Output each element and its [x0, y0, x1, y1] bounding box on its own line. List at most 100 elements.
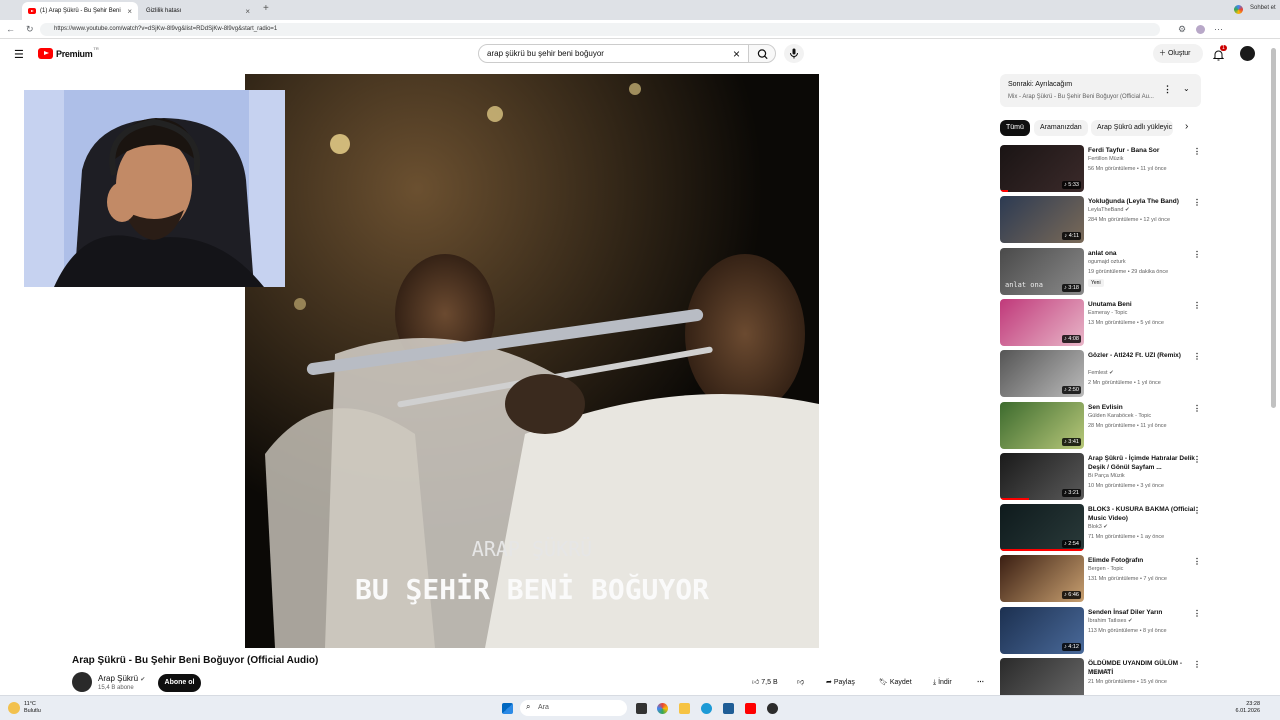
app-icon[interactable] — [767, 703, 778, 714]
recommendation-channel[interactable]: Blok3 ✔ — [1088, 524, 1108, 530]
store-icon[interactable] — [723, 703, 734, 714]
recommendation-title[interactable]: Sen Evlisin — [1088, 403, 1198, 412]
hamburger-menu-icon[interactable]: ☰ — [14, 48, 24, 61]
more-options-icon[interactable]: ⋮ — [1193, 660, 1201, 669]
taskbar-search[interactable]: Ara — [520, 700, 627, 716]
recommendation-item[interactable]: ♪ 6:46 Elimde Fotoğrafın Bergen - Topic 131… — [1000, 555, 1205, 603]
dislike-button[interactable]: 👎︎ — [797, 674, 804, 692]
recommendation-channel[interactable]: Esmeray - Topic — [1088, 310, 1127, 316]
recommendation-title[interactable]: Ferdi Tayfur - Bana Sor — [1088, 146, 1198, 155]
channel-avatar[interactable] — [72, 672, 92, 692]
video-thumbnail[interactable]: ♪ 6:46 — [1000, 555, 1084, 602]
more-options-icon[interactable]: ⋮ — [1193, 147, 1201, 156]
address-bar[interactable]: https://www.youtube.com/watch?v=dSjKw-8l… — [40, 23, 1160, 36]
notifications-button[interactable]: 1 — [1212, 45, 1227, 66]
tab-close-icon[interactable]: × — [127, 7, 132, 16]
recommendation-channel[interactable]: Fertillon Müzik — [1088, 156, 1123, 162]
more-options-icon[interactable]: ⋮ — [1193, 301, 1201, 310]
create-button[interactable]: ＋ Oluştur — [1153, 44, 1203, 63]
refresh-icon[interactable]: ↻ — [26, 24, 34, 35]
recommendation-item[interactable]: ♪ 3:41 Sen Evlisin Gülden Karaböcek - Topi… — [1000, 402, 1205, 450]
recommendation-item[interactable]: ♪ 3:21 Arap Şükrü - İçimde Hatıralar Deli… — [1000, 453, 1205, 501]
system-clock[interactable]: 23:28 6.01.2026 — [1228, 701, 1260, 715]
account-avatar[interactable] — [1240, 46, 1255, 61]
more-options-icon[interactable]: ⋮ — [1193, 455, 1201, 464]
recommendation-item[interactable]: anlat ona ♪ 3:18 anlat ona ogumajd ozturk 19… — [1000, 248, 1205, 296]
recommendation-title[interactable]: Unutama Beni — [1088, 300, 1198, 309]
like-button[interactable]: 👍︎ 7,5 B — [752, 674, 778, 692]
recommendation-channel[interactable]: Femlest ✔ — [1088, 370, 1114, 376]
subscribe-button[interactable]: Abone ol — [158, 674, 201, 692]
video-thumbnail[interactable]: ♪ 3:21 — [1000, 453, 1084, 500]
youtube-app-icon[interactable] — [745, 703, 756, 714]
video-thumbnail[interactable]: anlat ona ♪ 3:18 — [1000, 248, 1084, 295]
weather-widget[interactable]: 11°C Bulutlu — [24, 701, 41, 715]
video-thumbnail[interactable]: ♪ 4:11 — [1000, 196, 1084, 243]
recommendation-channel[interactable]: İbrahim Tatlıses ✔ — [1088, 618, 1133, 624]
save-button[interactable]: 🔖︎ Kaydet — [879, 674, 912, 692]
video-thumbnail[interactable]: ♪ 2:54 — [1000, 504, 1084, 551]
windows-start-icon[interactable] — [502, 703, 513, 714]
search-button[interactable] — [748, 44, 776, 63]
recommendation-item[interactable]: ♪ 4:12 Senden İnsaf Diler Yarın İbrahim Ta… — [1000, 607, 1205, 655]
youtube-premium-logo[interactable]: Premium TR — [38, 46, 99, 59]
chip-uploader[interactable]: Arap Şükrü adlı yükleyic — [1091, 120, 1173, 136]
more-options-icon[interactable]: ⋮ — [1193, 404, 1201, 413]
video-thumbnail[interactable]: ♪ 4:12 — [1000, 607, 1084, 654]
recommendation-item[interactable]: ♪ 2:50 Gözler - Atl242 Ft. UZI (Remix) Fem… — [1000, 350, 1205, 398]
page-scrollbar[interactable] — [1271, 48, 1276, 408]
recommendation-channel[interactable]: ogumajd ozturk — [1088, 259, 1126, 265]
recommendation-item[interactable]: ♪ 4:08 Unutama Beni Esmeray - Topic 13 Mn g… — [1000, 299, 1205, 347]
chrome-icon[interactable] — [657, 703, 668, 714]
recommendation-channel[interactable]: Bi Parça Müzik — [1088, 473, 1125, 479]
search-input[interactable]: arap şükrü bu şehir beni boğuyor — [478, 44, 749, 63]
chevron-down-icon[interactable]: ⌄ — [1183, 84, 1190, 93]
recommendation-channel[interactable]: Hasan75 — [1088, 669, 1110, 675]
recommendation-title[interactable]: Gözler - Atl242 Ft. UZI (Remix) — [1088, 351, 1198, 360]
recommendation-channel[interactable]: LeylaTheBand ✔ — [1088, 207, 1130, 213]
browser-tab-privacy[interactable]: Gizlilik hatası × — [140, 2, 256, 20]
file-explorer-icon[interactable] — [679, 703, 690, 714]
more-options-icon[interactable]: ⋮ — [1193, 198, 1201, 207]
share-button[interactable]: ➦ Paylaş — [826, 674, 855, 692]
more-options-icon[interactable]: ⋮ — [1193, 352, 1201, 361]
chip-all[interactable]: Tümü — [1000, 120, 1030, 136]
back-icon[interactable]: ← — [6, 24, 15, 34]
recommendation-channel[interactable]: Gülden Karaböcek - Topic — [1088, 413, 1151, 419]
video-player[interactable]: ARAP ŞÜKRÜ BU ŞEHİR BENİ BOĞUYOR — [245, 74, 819, 648]
recommendation-title[interactable]: Senden İnsaf Diler Yarın — [1088, 608, 1198, 617]
recommendation-title[interactable]: Elimde Fotoğrafın — [1088, 556, 1198, 565]
edge-icon[interactable] — [701, 703, 712, 714]
recommendation-title[interactable]: Yokluğunda (Leyla The Band) — [1088, 197, 1198, 206]
task-view-icon[interactable] — [636, 703, 647, 714]
more-options-icon[interactable]: ⋮ — [1193, 609, 1201, 618]
more-options-icon[interactable]: ⋮ — [1193, 506, 1201, 515]
browser-tab-youtube[interactable]: (1) Arap Şükrü - Bu Şehir Beni × — [22, 2, 138, 20]
tab-close-icon[interactable]: × — [245, 7, 250, 16]
recommendation-item[interactable]: ♪ 4:11 Yokluğunda (Leyla The Band) LeylaTh… — [1000, 196, 1205, 244]
panel-more-icon[interactable]: ⋮ — [1163, 84, 1172, 95]
recommendation-item[interactable]: ♪ 2:54 BLOK3 - KUSURA BAKMA (Official Mus… — [1000, 504, 1205, 552]
download-button[interactable]: ⤓ İndir — [933, 674, 952, 692]
clear-search-icon[interactable]: × — [733, 47, 740, 61]
voice-search-button[interactable] — [784, 44, 804, 63]
more-actions-icon[interactable]: ⋯ — [977, 674, 984, 692]
recommendation-title[interactable]: BLOK3 - KUSURA BAKMA (Official Music Vid… — [1088, 505, 1198, 523]
extensions-icon[interactable]: ⚙ — [1178, 24, 1186, 35]
more-options-icon[interactable]: ⋮ — [1193, 250, 1201, 259]
recommendation-title[interactable]: Arap Şükrü - İçimde Hatıralar Delik Deşi… — [1088, 454, 1198, 472]
chip-from-search[interactable]: Aramanızdan — [1034, 120, 1088, 136]
more-menu-icon[interactable]: ⋯ — [1214, 24, 1223, 35]
up-next-panel[interactable]: Sonraki: Ayrılacağım Mix - Arap Şükrü - … — [1000, 74, 1201, 107]
more-options-icon[interactable]: ⋮ — [1193, 557, 1201, 566]
channel-name[interactable]: Arap Şükrü ✔ — [98, 674, 145, 683]
chevron-right-icon[interactable]: › — [1185, 121, 1188, 132]
video-thumbnail[interactable]: ♪ 2:50 — [1000, 350, 1084, 397]
recommendation-title[interactable]: anlat ona — [1088, 249, 1198, 258]
recommendation-channel[interactable]: Bergen - Topic — [1088, 566, 1123, 572]
profile-avatar[interactable] — [1196, 25, 1205, 34]
chat-button[interactable]: Sohbet et — [1250, 5, 1276, 11]
video-thumbnail[interactable]: ♪ 4:08 — [1000, 299, 1084, 346]
new-tab-icon[interactable]: + — [263, 3, 269, 14]
recommendation-item[interactable]: ♪ 5:33 Ferdi Tayfur - Bana Sor Fertillon M… — [1000, 145, 1205, 193]
